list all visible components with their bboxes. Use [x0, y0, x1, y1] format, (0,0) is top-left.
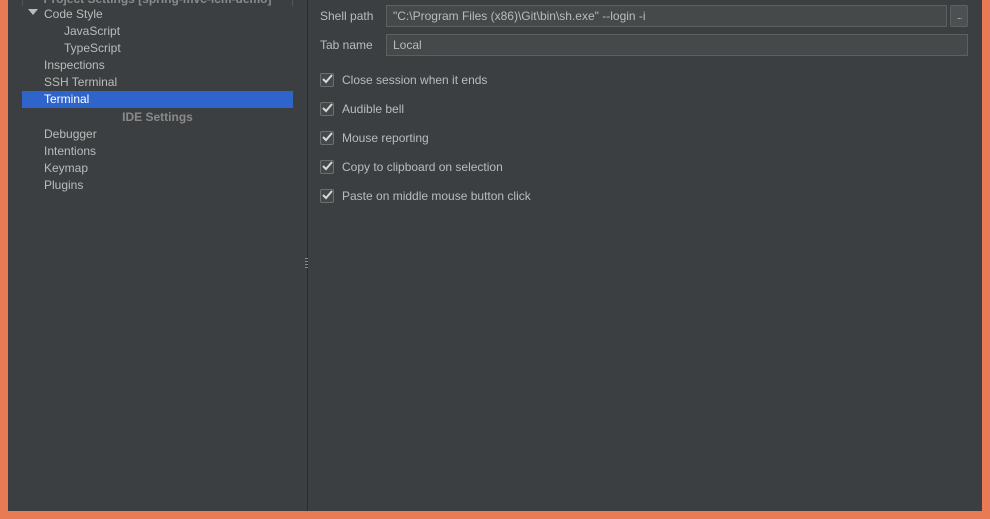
- mouse-reporting-label: Mouse reporting: [342, 131, 429, 145]
- audible-bell-option[interactable]: Audible bell: [320, 100, 968, 118]
- close-session-label: Close session when it ends: [342, 73, 487, 87]
- mouse-reporting-checkbox[interactable]: [320, 131, 334, 145]
- tree-item-javascript[interactable]: JavaScript: [22, 23, 293, 40]
- tree-item-ssh-terminal[interactable]: SSH Terminal: [22, 74, 293, 91]
- tree-label: Intentions: [44, 144, 96, 158]
- shell-path-input[interactable]: [386, 5, 947, 27]
- tree-item-typescript[interactable]: TypeScript: [22, 40, 293, 57]
- project-settings-tree: Code Style JavaScript TypeScript Inspect…: [8, 6, 307, 108]
- tree-label: Inspections: [44, 58, 105, 72]
- copy-on-selection-checkbox[interactable]: [320, 160, 334, 174]
- chevron-down-icon[interactable]: [28, 9, 38, 15]
- tree-label: Terminal: [44, 92, 89, 106]
- ellipsis-icon: ...: [957, 11, 962, 21]
- copy-on-selection-option[interactable]: Copy to clipboard on selection: [320, 158, 968, 176]
- close-session-checkbox[interactable]: [320, 73, 334, 87]
- sidebar-splitter[interactable]: [305, 258, 309, 270]
- tab-name-input[interactable]: [386, 34, 968, 56]
- settings-sidebar: Project Settings [spring-mvc-icm-demo] C…: [8, 0, 308, 511]
- tree-label: Code Style: [44, 7, 103, 21]
- shell-path-label: Shell path: [320, 9, 386, 23]
- terminal-options: Close session when it ends Audible bell …: [320, 71, 968, 205]
- tree-item-inspections[interactable]: Inspections: [22, 57, 293, 74]
- tree-label: Keymap: [44, 161, 88, 175]
- tab-name-row: Tab name: [320, 33, 968, 57]
- browse-button[interactable]: ...: [950, 5, 968, 27]
- tab-name-label: Tab name: [320, 38, 386, 52]
- ide-settings-tree: Debugger Intentions Keymap Plugins: [8, 126, 307, 194]
- tree-item-keymap[interactable]: Keymap: [22, 160, 293, 177]
- tree-item-plugins[interactable]: Plugins: [22, 177, 293, 194]
- tree-label: SSH Terminal: [44, 75, 117, 89]
- settings-content: Shell path ... Tab name Close session wh…: [308, 0, 982, 511]
- tree-label: JavaScript: [64, 24, 120, 38]
- shell-path-row: Shell path ...: [320, 4, 968, 28]
- paste-middle-click-label: Paste on middle mouse button click: [342, 189, 531, 203]
- close-session-option[interactable]: Close session when it ends: [320, 71, 968, 89]
- tree-item-debugger[interactable]: Debugger: [22, 126, 293, 143]
- tree-item-terminal[interactable]: Terminal: [22, 91, 293, 108]
- settings-window: Project Settings [spring-mvc-icm-demo] C…: [8, 0, 982, 511]
- tree-label: Debugger: [44, 127, 97, 141]
- tree-label: TypeScript: [64, 41, 121, 55]
- audible-bell-checkbox[interactable]: [320, 102, 334, 116]
- audible-bell-label: Audible bell: [342, 102, 404, 116]
- tree-item-code-style[interactable]: Code Style: [22, 6, 293, 23]
- mouse-reporting-option[interactable]: Mouse reporting: [320, 129, 968, 147]
- copy-on-selection-label: Copy to clipboard on selection: [342, 160, 503, 174]
- paste-middle-click-checkbox[interactable]: [320, 189, 334, 203]
- paste-middle-click-option[interactable]: Paste on middle mouse button click: [320, 187, 968, 205]
- tree-item-intentions[interactable]: Intentions: [22, 143, 293, 160]
- ide-settings-header: IDE Settings: [22, 108, 293, 126]
- tree-label: Plugins: [44, 178, 83, 192]
